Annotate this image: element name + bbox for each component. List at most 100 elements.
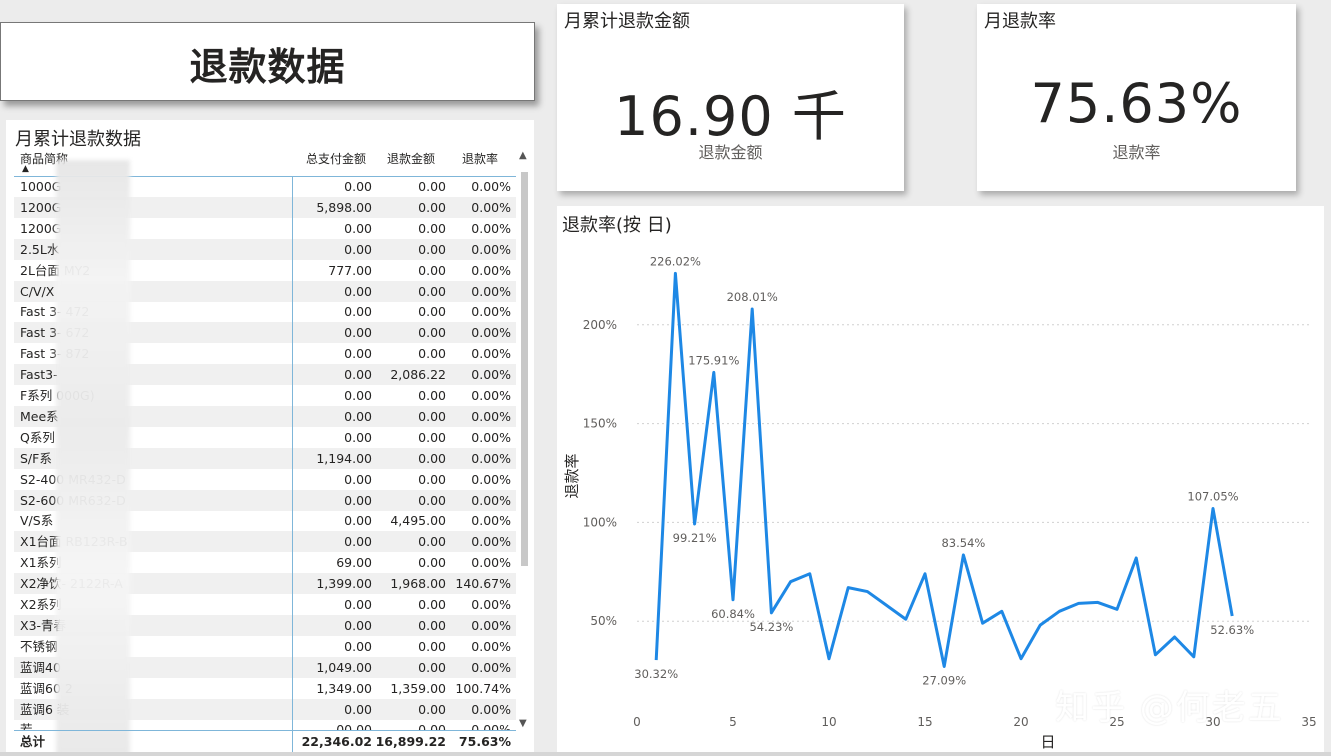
- data-label: 27.09%: [922, 673, 966, 687]
- cell-refund-rate: 0.00%: [471, 722, 511, 730]
- total-refund: 16,899.22: [375, 734, 446, 749]
- title-card: 退款数据: [0, 22, 535, 101]
- cell-total-paid: 0.00: [344, 429, 372, 445]
- data-label: 30.32%: [634, 667, 678, 681]
- cell-refund-rate: 0.00%: [471, 388, 511, 403]
- kpi-label: 退款金额: [698, 143, 763, 162]
- cell-refund-amount: 0.00: [418, 429, 446, 445]
- cell-total-paid: 69.00: [336, 555, 372, 571]
- header-total-paid[interactable]: 总支付金额: [306, 150, 366, 167]
- x-tick-label: 20: [1013, 715, 1028, 729]
- cell-refund-rate: 0.00%: [471, 659, 511, 675]
- cell-refund-amount: 1,359.00: [390, 680, 446, 696]
- cell-refund-amount: 0.00: [418, 408, 446, 424]
- watermark: 知乎 @何老五: [1055, 688, 1284, 728]
- cell-refund-rate: 0.00%: [471, 534, 511, 550]
- scroll-thumb[interactable]: [521, 172, 528, 566]
- cell-refund-rate: 0.00%: [471, 701, 511, 717]
- scroll-down-icon[interactable]: ▼: [519, 718, 527, 729]
- cell-total-paid: 0.00: [344, 325, 372, 341]
- cell-refund-rate: 0.00%: [471, 199, 511, 215]
- data-label: 83.54%: [941, 536, 985, 550]
- cell-refund-rate: 0.00%: [471, 597, 511, 612]
- cell-refund-amount: 0.00: [418, 304, 446, 320]
- table-title: 月累计退款数据: [15, 129, 141, 150]
- cell-refund-amount: 0.00: [418, 597, 446, 612]
- x-tick-label: 5: [729, 715, 737, 729]
- cell-refund-amount: 0.00: [418, 346, 446, 362]
- cell-refund-rate: 0.00%: [471, 241, 511, 257]
- data-label: 60.84%: [711, 607, 755, 621]
- cell-refund-rate: 0.00%: [471, 492, 511, 508]
- cell-refund-rate: 0.00%: [471, 408, 511, 424]
- cell-refund-rate: 0.00%: [471, 471, 511, 487]
- cell-refund-amount: 0.00: [418, 659, 446, 675]
- cell-total-paid: 777.00: [328, 262, 372, 278]
- cell-total-paid: 0.00: [344, 388, 372, 403]
- cell-total-paid: 1,049.00: [316, 659, 372, 675]
- scroll-up-icon[interactable]: ▲: [519, 150, 527, 161]
- cell-refund-rate: 0.00%: [471, 304, 511, 320]
- y-axis-label: 退款率: [563, 453, 581, 498]
- cell-refund-amount: 2,086.22: [390, 367, 446, 383]
- cell-refund-rate: 0.00%: [471, 617, 511, 633]
- bottom-strip: [0, 752, 1331, 756]
- cell-refund-rate: 0.00%: [471, 262, 511, 278]
- cell-refund-rate: 0.00%: [471, 367, 511, 383]
- cell-refund-amount: 0.00: [418, 220, 446, 236]
- total-rate: 75.63%: [458, 734, 511, 749]
- cell-total-paid: 0.00: [344, 179, 372, 194]
- cell-total-paid: 0.00: [344, 701, 372, 717]
- cell-refund-amount: 0.00: [418, 388, 446, 403]
- cell-refund-rate: 0.00%: [471, 179, 511, 194]
- cell-refund-rate: 0.00%: [471, 555, 511, 571]
- cell-refund-amount: 0.00: [418, 179, 446, 194]
- cell-total-paid: 0.00: [344, 513, 372, 529]
- chart-canvas[interactable]: 50%100%150%200%0 5 10 15 20 25 30 35日退款率30.32%2…: [557, 206, 1324, 756]
- data-label: 175.91%: [688, 353, 739, 367]
- header-refund-rate[interactable]: 退款率: [462, 150, 498, 167]
- y-tick-label: 200%: [583, 318, 617, 332]
- cell-refund-amount: 0.00: [418, 722, 446, 730]
- redaction-blur: [56, 160, 130, 756]
- cell-refund-amount: 0.00: [418, 555, 446, 571]
- cell-total-paid: 0.00: [344, 346, 372, 362]
- data-label: 99.21%: [673, 531, 717, 545]
- cell-total-paid: 0.00: [344, 408, 372, 424]
- cell-refund-amount: 0.00: [418, 325, 446, 341]
- cell-refund-rate: 0.00%: [471, 429, 511, 445]
- data-label: 107.05%: [1187, 489, 1238, 503]
- cell-refund-amount: 1,968.00: [390, 576, 446, 592]
- cell-total-paid: 0.00: [344, 597, 372, 612]
- refund-rate-line-chart[interactable]: 退款率(按 日) 50% 100% 150% 200% 0 5 10 15 20 25 30 35 日退…: [557, 206, 1324, 756]
- kpi-card-refund-rate[interactable]: 月退款率 75.63% 退款率: [977, 4, 1296, 191]
- kpi-card-refund-amount[interactable]: 月累计退款金额 16.90 千 退款金额: [557, 4, 904, 191]
- cell-refund-rate: 0.00%: [471, 638, 511, 654]
- table-scrollbar[interactable]: ▲ ▼: [519, 150, 530, 730]
- kpi-value: 75.63%: [1030, 72, 1243, 135]
- cell-refund-rate: 0.00%: [471, 513, 511, 529]
- cell-refund-amount: 0.00: [418, 199, 446, 215]
- cell-total-paid: 0.00: [344, 283, 372, 299]
- data-label: 226.02%: [650, 254, 701, 268]
- sort-ascending-icon[interactable]: ▲: [22, 164, 29, 174]
- cell-total-paid: 0.00: [344, 617, 372, 633]
- x-tick-label: 0: [633, 715, 641, 729]
- header-refund-amount[interactable]: 退款金额: [387, 150, 435, 167]
- cell-refund-rate: 140.67%: [455, 576, 511, 592]
- cell-refund-amount: 0.00: [418, 701, 446, 717]
- kpi-title: 月累计退款金额: [564, 11, 690, 32]
- cell-total-paid: 1,194.00: [316, 450, 372, 466]
- x-axis-label: 日: [1040, 733, 1055, 751]
- x-tick-label: 15: [917, 715, 932, 729]
- cell-total-paid: 0.00: [344, 220, 372, 236]
- x-tick-label: 10: [821, 715, 836, 729]
- cell-refund-amount: 4,495.00: [390, 513, 446, 529]
- total-row: 总计 22,346.02 16,899.22 75.63%: [14, 730, 516, 753]
- y-tick-label: 150%: [583, 417, 617, 431]
- cell-total-paid: 0.00: [344, 471, 372, 487]
- cell-total-paid: 0.00: [344, 534, 372, 550]
- total-label: 总计: [20, 734, 46, 749]
- cell-refund-rate: 100.74%: [455, 680, 511, 696]
- refund-table-visual[interactable]: 月累计退款数据 商品简称 ▲ 总支付金额 退款金额 退款率 1000G 0.00 0…: [6, 120, 534, 756]
